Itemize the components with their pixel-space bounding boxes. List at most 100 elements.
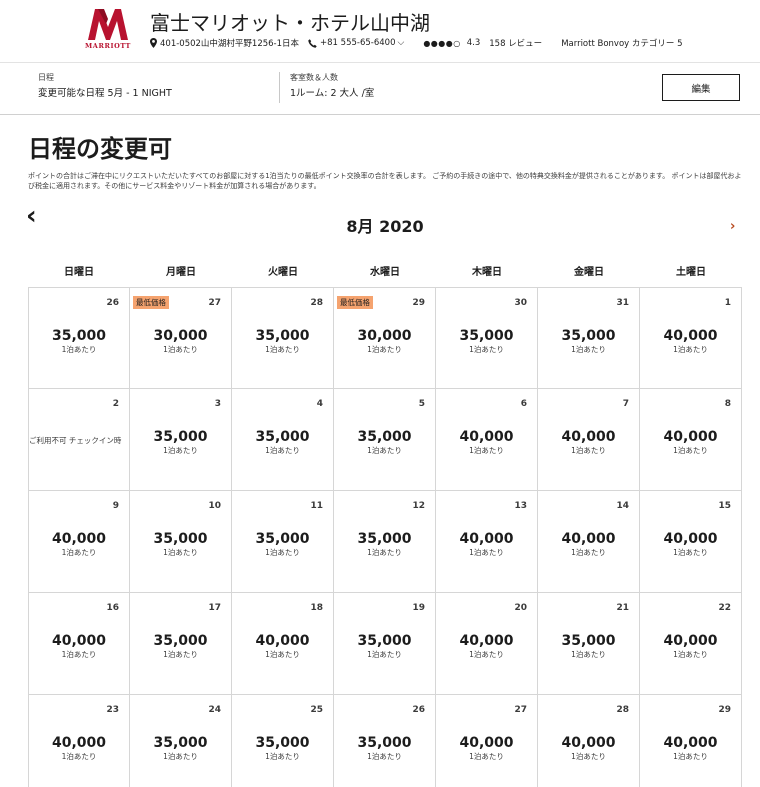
calendar-day-cell[interactable]: 31 35,000 1泊あたり <box>538 287 640 389</box>
day-number: 4 <box>316 399 323 409</box>
calendar-day-cell[interactable]: 21 35,000 1泊あたり <box>538 593 640 695</box>
calendar-day-cell[interactable]: 13 40,000 1泊あたり <box>436 491 538 593</box>
per-night-label: 1泊あたり <box>367 752 402 761</box>
marriott-logo[interactable]: MARRIOTT <box>78 7 138 51</box>
day-number: 9 <box>112 501 119 511</box>
points-price: 35,000 <box>357 735 412 751</box>
points-price: 40,000 <box>255 633 310 649</box>
day-number: 19 <box>412 603 425 613</box>
next-month-chevron-icon[interactable]: › <box>730 219 735 234</box>
calendar-grid: 26 35,000 1泊あたり 27 最低価格 30,000 1泊あたり 28 35,000 1泊… <box>28 287 742 787</box>
day-number: 2 <box>112 399 119 409</box>
per-night-label: 1泊あたり <box>61 548 97 557</box>
points-price: 35,000 <box>459 328 514 344</box>
day-number: 16 <box>106 603 119 613</box>
points-price: 40,000 <box>459 633 514 649</box>
points-price: 35,000 <box>153 633 208 649</box>
calendar-day-cell[interactable]: 22 40,000 1泊あたり <box>640 593 742 695</box>
calendar-day-cell[interactable]: 12 35,000 1泊あたり <box>334 491 436 593</box>
calendar-day-cell[interactable]: 19 35,000 1泊あたり <box>334 593 436 695</box>
per-night-label: 1泊あたり <box>265 345 300 354</box>
day-number: 13 <box>514 501 527 511</box>
per-night-label: 1泊あたり <box>367 548 402 557</box>
calendar-day-cell[interactable]: 16 40,000 1泊あたり <box>28 593 130 695</box>
calendar-day-cell[interactable]: 11 35,000 1泊あたり <box>232 491 334 593</box>
weekday-header: 木曜日 <box>472 267 502 278</box>
day-number: 15 <box>718 501 731 511</box>
weekday-header: 火曜日 <box>268 267 298 278</box>
calendar-day-cell[interactable]: 8 40,000 1泊あたり <box>640 389 742 491</box>
per-night-label: 1泊あたり <box>367 650 402 659</box>
calendar-day-cell[interactable]: 1 40,000 1泊あたり <box>640 287 742 389</box>
calendar-day-cell[interactable]: 3 35,000 1泊あたり <box>130 389 232 491</box>
calendar-day-cell[interactable]: 25 35,000 1泊あたり <box>232 695 334 787</box>
hotel-name[interactable]: 富士マリオット・ホテル山中湖 <box>150 7 430 36</box>
calendar-day-cell[interactable]: 24 35,000 1泊あたり <box>130 695 232 787</box>
per-night-label: 1泊あたり <box>469 752 504 761</box>
calendar-day-cell[interactable]: 29 40,000 1泊あたり <box>640 695 742 787</box>
calendar-day-cell[interactable]: 15 40,000 1泊あたり <box>640 491 742 593</box>
per-night-label: 1泊あたり <box>367 446 402 455</box>
phone-icon <box>308 38 317 48</box>
chevron-down-icon[interactable]: ⌵ <box>397 38 404 48</box>
calendar-day-cell[interactable]: 14 40,000 1泊あたり <box>538 491 640 593</box>
day-number: 22 <box>718 603 731 613</box>
per-night-label: 1泊あたり <box>367 345 402 354</box>
per-night-label: 1泊あたり <box>571 548 606 557</box>
day-number: 29 <box>412 298 425 308</box>
day-number: 24 <box>208 705 221 715</box>
calendar-day-cell[interactable]: 9 40,000 1泊あたり <box>28 491 130 593</box>
points-price: 35,000 <box>561 633 616 649</box>
day-number: 23 <box>106 705 119 715</box>
points-price: 35,000 <box>255 531 310 547</box>
points-price: 40,000 <box>663 531 718 547</box>
per-night-label: 1泊あたり <box>469 650 504 659</box>
reviews-link[interactable]: 158 レビュー <box>489 37 542 49</box>
calendar-day-cell[interactable]: 27 最低価格 30,000 1泊あたり <box>130 287 232 389</box>
weekday-header: 月曜日 <box>166 267 196 278</box>
rating-dots-icon: ●●●●○ <box>423 38 461 48</box>
calendar-day-cell[interactable]: 28 40,000 1泊あたり <box>538 695 640 787</box>
calendar-day-cell[interactable]: 10 35,000 1泊あたり <box>130 491 232 593</box>
calendar-day-cell[interactable]: 27 40,000 1泊あたり <box>436 695 538 787</box>
calendar-day-cell[interactable]: 30 35,000 1泊あたり <box>436 287 538 389</box>
points-price: 35,000 <box>255 429 310 445</box>
calendar-day-cell[interactable]: 7 40,000 1泊あたり <box>538 389 640 491</box>
points-price: 35,000 <box>153 531 208 547</box>
calendar-day-cell[interactable]: 26 35,000 1泊あたり <box>334 695 436 787</box>
calendar-day-cell[interactable]: 5 35,000 1泊あたり <box>334 389 436 491</box>
weekday-header: 水曜日 <box>370 267 400 278</box>
calendar-day-cell[interactable]: 29 最低価格 30,000 1泊あたり <box>334 287 436 389</box>
weekday-header: 土曜日 <box>676 267 706 278</box>
per-night-label: 1泊あたり <box>163 345 198 354</box>
calendar-day-cell[interactable]: 17 35,000 1泊あたり <box>130 593 232 695</box>
points-price: 35,000 <box>357 633 412 649</box>
points-price: 40,000 <box>459 531 514 547</box>
per-night-label: 1泊あたり <box>61 752 97 761</box>
bar-divider <box>279 72 280 103</box>
points-price: 40,000 <box>459 735 514 751</box>
calendar-day-cell[interactable]: 18 40,000 1泊あたり <box>232 593 334 695</box>
calendar-day-cell[interactable]: 23 40,000 1泊あたり <box>28 695 130 787</box>
per-night-label: 1泊あたり <box>571 446 606 455</box>
day-number: 27 <box>208 298 221 308</box>
hotel-address[interactable]: 401-0502山中湖村平野1256-1日本 <box>160 37 299 49</box>
lowest-price-badge: 最低価格 <box>133 296 169 309</box>
calendar-day-cell[interactable]: 6 40,000 1泊あたり <box>436 389 538 491</box>
per-night-label: 1泊あたり <box>163 548 198 557</box>
per-night-label: 1泊あたり <box>265 548 300 557</box>
calendar-day-cell[interactable]: 4 35,000 1泊あたり <box>232 389 334 491</box>
points-price: 40,000 <box>663 429 718 445</box>
per-night-label: 1泊あたり <box>61 345 97 354</box>
hotel-phone[interactable]: +81 555-65-6400 <box>320 38 395 48</box>
calendar-day-cell[interactable]: 26 35,000 1泊あたり <box>28 287 130 389</box>
calendar-day-cell[interactable]: 20 40,000 1泊あたり <box>436 593 538 695</box>
day-number: 5 <box>418 399 425 409</box>
page-title: 日程の変更可 <box>28 135 172 163</box>
points-price: 35,000 <box>153 735 208 751</box>
points-price: 40,000 <box>663 735 718 751</box>
per-night-label: 1泊あたり <box>163 446 198 455</box>
calendar-day-cell[interactable]: 28 35,000 1泊あたり <box>232 287 334 389</box>
points-price: 35,000 <box>255 735 310 751</box>
edit-button[interactable]: 編集 <box>662 74 740 101</box>
